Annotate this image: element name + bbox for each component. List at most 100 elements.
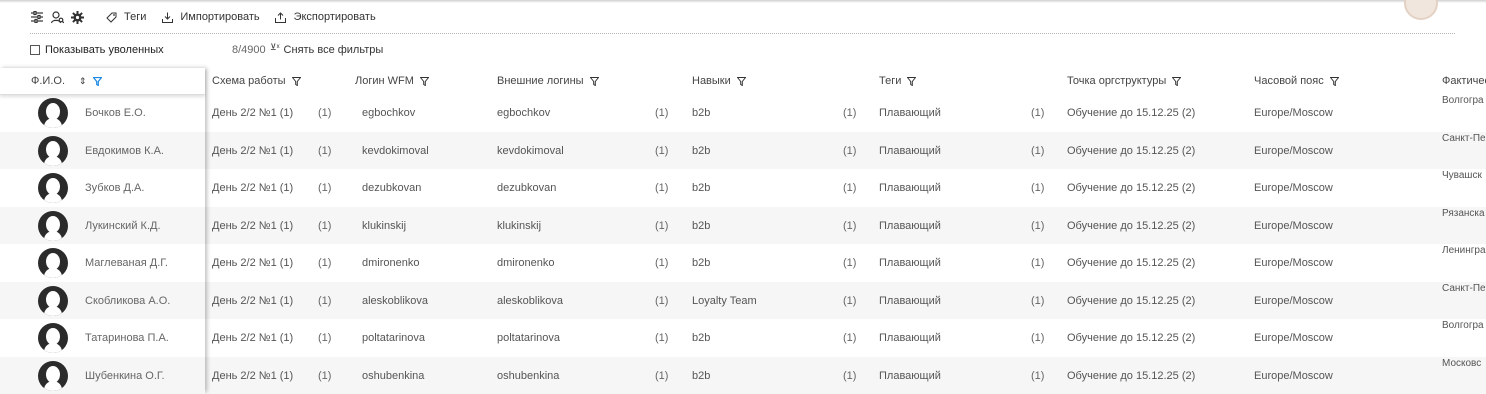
filter-icon[interactable]	[1329, 76, 1339, 86]
skill-cell: b2b	[692, 219, 711, 232]
schedule-cell: День 2/2 №1 (1)	[212, 106, 294, 119]
upload-icon	[274, 10, 288, 24]
filter-icon[interactable]	[589, 76, 599, 86]
column-label: Часовой пояс	[1254, 75, 1324, 87]
show-fired-checkbox[interactable]	[30, 45, 40, 55]
column-header-skills[interactable]: Навыки	[692, 68, 746, 94]
filter-icon[interactable]	[1172, 76, 1182, 86]
show-fired-filter[interactable]: Показывать уволенных	[30, 43, 164, 57]
tag-cell: Плавающий	[879, 256, 941, 269]
region-cell: Волгогра	[1442, 320, 1484, 331]
timezone-cell: Europe/Moscow	[1254, 369, 1333, 382]
user-search-icon[interactable]	[50, 10, 64, 24]
name-cell-row[interactable]: Скобликова А.О.	[0, 282, 205, 319]
filter-icon[interactable]	[291, 76, 301, 86]
skill-cell: b2b	[692, 256, 711, 269]
external-login-count: (1)	[655, 256, 669, 269]
filter-active-icon[interactable]	[92, 76, 102, 86]
table-row[interactable]: День 2/2 №1 (1) (1) oshubenkina oshubenkina…	[0, 357, 1486, 394]
timezone-cell: Europe/Moscow	[1254, 106, 1333, 119]
external-login-cell: dezubkovan	[497, 181, 557, 194]
region-cell: Санкт-Пе	[1442, 283, 1486, 294]
wfm-login-cell: klukinskij	[362, 219, 407, 232]
settings-sliders-icon[interactable]	[30, 10, 44, 24]
tag-cell: Плавающий	[879, 219, 941, 232]
external-login-cell: poltatarinova	[497, 331, 560, 344]
employee-name[interactable]: Шубенкина О.Г.	[85, 357, 165, 394]
schedule-cell: День 2/2 №1 (1)	[212, 256, 294, 269]
wfm-login-cell: aleskoblikova	[362, 294, 429, 307]
org-point-cell: Обучение до 15.12.25 (2)	[1067, 294, 1196, 307]
name-cell-row[interactable]: Маглеваная Д.Г.	[0, 244, 205, 281]
external-login-count: (1)	[655, 369, 669, 382]
name-cell-row[interactable]: Бочков Е.О.	[0, 94, 205, 131]
column-label: Внешние логины	[497, 75, 584, 87]
table-row[interactable]: День 2/2 №1 (1) (1) dmironenko dmironenko (1…	[0, 244, 1486, 281]
schedule-count: (1)	[318, 144, 332, 157]
employee-name[interactable]: Лукинский К.Д.	[85, 207, 161, 244]
column-header-fio[interactable]: Ф.И.О. ⇕	[0, 68, 205, 95]
tags-button[interactable]: Теги	[104, 10, 146, 24]
table-row[interactable]: День 2/2 №1 (1) (1) klukinskij klukinskij (1…	[0, 207, 1486, 244]
table-row[interactable]: День 2/2 №1 (1) (1) kevdokimoval kevdokimov…	[0, 132, 1486, 169]
employee-name[interactable]: Маглеваная Д.Г.	[85, 244, 168, 281]
sort-icon[interactable]: ⇕	[79, 76, 87, 87]
region-cell: Волгогра	[1442, 95, 1484, 106]
table-row[interactable]: День 2/2 №1 (1) (1) poltatarinova poltatari…	[0, 319, 1486, 356]
org-point-cell: Обучение до 15.12.25 (2)	[1067, 369, 1196, 382]
column-header-external-logins[interactable]: Внешние логины	[497, 68, 599, 94]
import-button[interactable]: Импортировать	[160, 10, 260, 24]
column-header-wfm-login[interactable]: Логин WFM	[355, 68, 429, 94]
name-cell-row[interactable]: Татаринова П.А.	[0, 319, 205, 356]
wfm-login-cell: dmironenko	[362, 256, 420, 269]
column-header-schedule[interactable]: Схема работы	[212, 68, 301, 94]
tag-count: (1)	[1031, 181, 1045, 194]
column-header-actual[interactable]: Фактичес	[1442, 68, 1486, 94]
employee-name[interactable]: Татаринова П.А.	[85, 319, 169, 356]
tag-count: (1)	[1031, 256, 1045, 269]
column-header-org-point[interactable]: Точка оргструктуры	[1067, 68, 1182, 94]
employee-name[interactable]: Бочков Е.О.	[85, 94, 146, 131]
external-login-cell: aleskoblikova	[497, 294, 564, 307]
table-row[interactable]: День 2/2 №1 (1) (1) aleskoblikova aleskobli…	[0, 282, 1486, 319]
filter-icon[interactable]	[736, 76, 746, 86]
tag-count: (1)	[1031, 369, 1045, 382]
export-button[interactable]: Экспортировать	[274, 10, 376, 24]
column-header-tags[interactable]: Теги	[879, 68, 917, 94]
schedule-count: (1)	[318, 256, 332, 269]
skill-count: (1)	[843, 256, 857, 269]
employee-name[interactable]: Зубков Д.А.	[85, 169, 144, 206]
skill-cell: b2b	[692, 106, 711, 119]
employee-name[interactable]: Скобликова А.О.	[85, 282, 170, 319]
tag-cell: Плавающий	[879, 294, 941, 307]
avatar	[38, 136, 68, 166]
skill-cell: b2b	[692, 331, 711, 344]
column-label: Навыки	[692, 75, 731, 87]
name-cell-row[interactable]: Зубков Д.А.	[0, 169, 205, 206]
fio-header-cell[interactable]: Ф.И.О. ⇕	[31, 68, 102, 94]
table-row[interactable]: День 2/2 №1 (1) (1) egbochkov egbochkov (1) b…	[0, 94, 1486, 131]
tag-cell: Плавающий	[879, 144, 941, 157]
schedule-count: (1)	[318, 331, 332, 344]
tag-count: (1)	[1031, 219, 1045, 232]
tag-cell: Плавающий	[879, 106, 941, 119]
name-cell-row[interactable]: Шубенкина О.Г.	[0, 357, 205, 394]
name-cell-row[interactable]: Лукинский К.Д.	[0, 207, 205, 244]
filter-icon[interactable]	[419, 76, 429, 86]
org-point-cell: Обучение до 15.12.25 (2)	[1067, 256, 1196, 269]
avatar	[38, 323, 68, 353]
filter-icon[interactable]	[907, 76, 917, 86]
avatar	[38, 286, 68, 316]
tag-count: (1)	[1031, 106, 1045, 119]
column-header-timezone[interactable]: Часовой пояс	[1254, 68, 1339, 94]
schedule-count: (1)	[318, 294, 332, 307]
gear-icon[interactable]	[70, 10, 84, 24]
table-row[interactable]: День 2/2 №1 (1) (1) dezubkovan dezubkovan (1…	[0, 169, 1486, 206]
employee-name[interactable]: Евдокимов К.А.	[85, 132, 164, 169]
name-cell-row[interactable]: Евдокимов К.А.	[0, 132, 205, 169]
external-login-count: (1)	[655, 144, 669, 157]
region-cell: Чувашск	[1442, 170, 1482, 181]
user-avatar[interactable]	[1404, 0, 1438, 20]
clear-filters-button[interactable]: ⊻ˣ Снять все фильтры	[270, 42, 383, 56]
export-button-label: Экспортировать	[293, 11, 376, 23]
